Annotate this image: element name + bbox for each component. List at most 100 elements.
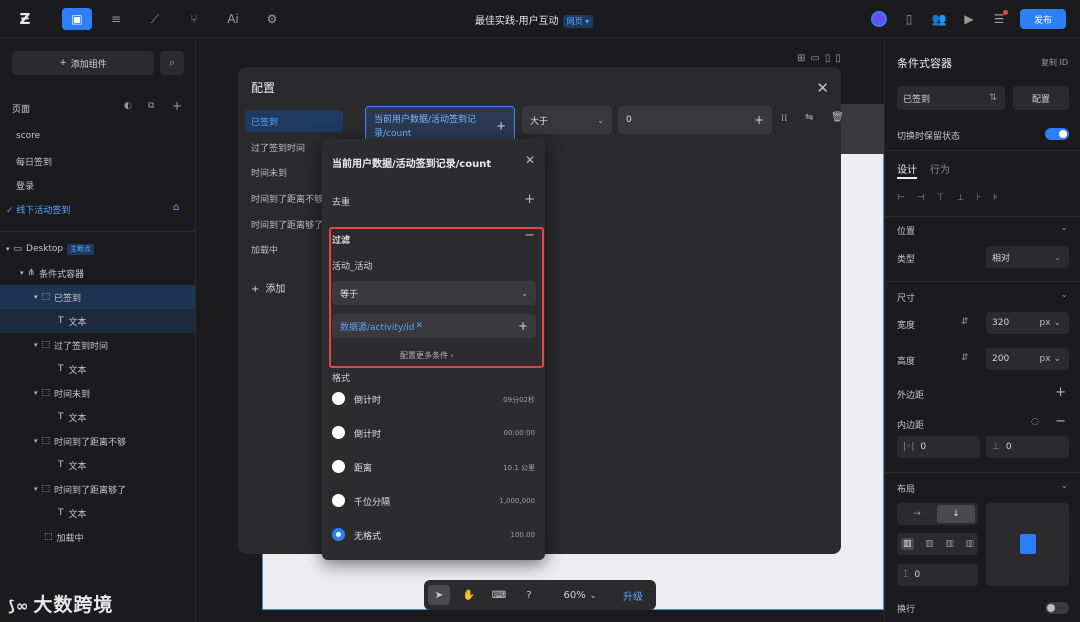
data-icon[interactable]: ≡ [105, 8, 127, 30]
tree-node-text[interactable]: T 文本 [0, 357, 195, 381]
ai-icon[interactable]: Ai [222, 8, 244, 30]
chevron-down-icon[interactable]: ⌄ [1060, 290, 1068, 300]
type-select[interactable]: 相对 ⌄ [986, 246, 1069, 268]
align-center-icon[interactable]: ▥ [925, 539, 934, 549]
condition-value-input[interactable]: 0 + [618, 106, 772, 134]
tree-node-text[interactable]: T 文本 [0, 501, 195, 525]
filter-value-input[interactable]: 数据源/activity/id ✕ + [332, 314, 536, 338]
notifications-icon[interactable]: ☰ [988, 8, 1010, 30]
copy-id-link[interactable]: 复制 ID [1041, 57, 1068, 68]
align-stretch-icon[interactable]: ▥ [965, 539, 974, 549]
logic-icon[interactable]: ⟋ [144, 8, 166, 30]
align-start-icon[interactable]: ▥ [901, 538, 914, 550]
more-conditions-link[interactable]: 配置更多条件 › [400, 350, 454, 361]
tree-node-desktop[interactable]: ▾ ▭ Desktop 主断点 [0, 237, 195, 261]
tree-node-state-loading[interactable]: ⬚ 加载中 [0, 525, 195, 549]
tree-node-state-signed[interactable]: ▾ ⬚ 已签到 [0, 285, 195, 309]
tree-node-text[interactable]: T 文本 [0, 309, 195, 333]
page-item-offline-checkin[interactable]: ✓ 线下活动签到 [6, 203, 70, 216]
page-layout-icon[interactable]: ◐ [124, 101, 132, 111]
close-icon[interactable]: ✕ [525, 153, 535, 167]
dialog-state-signed[interactable]: 已签到 [245, 110, 343, 132]
page-item-daily-checkin[interactable]: 每日签到 [16, 155, 52, 168]
keep-state-toggle[interactable] [1045, 128, 1069, 140]
page-type-tag[interactable]: 网页 ▾ [562, 15, 594, 28]
page-copy-icon[interactable]: ⧉ [148, 101, 154, 111]
tree-node-text[interactable]: T 文本 [0, 405, 195, 429]
padding-label: 内边距 [897, 421, 925, 431]
add-page-icon[interactable]: + [172, 99, 182, 113]
remove-padding-minus-icon[interactable]: − [1055, 414, 1066, 429]
tree-node-state-in-range[interactable]: ▾ ⬚ 时间到了距离够了 [0, 477, 195, 501]
height-mode-icon[interactable]: ⇵ [961, 353, 969, 363]
arrow-down-icon[interactable]: ↓ [937, 505, 975, 523]
add-state-button[interactable]: + 添加 [251, 280, 285, 295]
arrow-right-icon[interactable]: → [897, 509, 937, 519]
trash-icon[interactable]: 🗑 [831, 112, 844, 123]
mobile-preview-icon[interactable]: ▯ [898, 8, 920, 30]
state-select[interactable]: 已签到 ⇅ [897, 86, 1005, 110]
tree-node-conditional-container[interactable]: ▾ ⋔ 条件式容器 [0, 261, 195, 285]
tree-node-state-not-yet[interactable]: ▾ ⬚ 时间未到 [0, 381, 195, 405]
width-input[interactable]: 320 px ⌄ [986, 312, 1069, 334]
device-switch-icons[interactable]: ⊞▭▯▯ [797, 53, 846, 64]
format-radio[interactable] [332, 460, 345, 473]
wrap-toggle[interactable] [1045, 602, 1069, 614]
size-label: 尺寸 [897, 294, 916, 304]
format-radio[interactable] [332, 494, 345, 507]
height-unit[interactable]: px ⌄ [1040, 354, 1061, 364]
format-radio[interactable] [332, 392, 345, 405]
alignment-grid[interactable] [986, 503, 1069, 586]
tree-node-state-late[interactable]: ▾ ⬚ 过了签到时间 [0, 333, 195, 357]
align-tools-icons[interactable]: ⊢⊣⊤⊥⊦⊧ [897, 193, 1010, 203]
keyboard-icon[interactable]: ⌨ [488, 585, 510, 605]
desktop-icon: ▭ [13, 244, 23, 254]
close-icon[interactable]: ✕ [816, 79, 829, 97]
design-mode-icon[interactable]: ▣ [62, 8, 92, 30]
tree-node-state-too-far[interactable]: ▾ ⬚ 时间到了距离不够 [0, 429, 195, 453]
format-radio[interactable] [332, 426, 345, 439]
collaborators-icon[interactable]: 👥 [928, 8, 950, 30]
padding-x-input[interactable]: |◦| 0 [897, 436, 980, 458]
page-item-login[interactable]: 登录 [16, 179, 34, 192]
user-avatar-icon[interactable] [871, 11, 887, 27]
chevron-down-icon[interactable]: ⌄ [1060, 223, 1068, 233]
align-end-icon[interactable]: ▥ [945, 539, 954, 549]
home-page-icon[interactable]: ⌂ [173, 202, 179, 213]
tab-behavior[interactable]: 行为 [930, 161, 950, 176]
add-component-button[interactable]: + 添加组件 [12, 51, 154, 75]
chevron-down-icon[interactable]: ⌄ [1060, 481, 1068, 491]
workflow-icon[interactable]: ⑂ [183, 8, 205, 30]
settings-gear-icon[interactable]: ⚙ [261, 8, 283, 30]
play-icon[interactable]: ▶ [958, 8, 980, 30]
width-unit[interactable]: px ⌄ [1040, 318, 1061, 328]
publish-button[interactable]: 发布 [1020, 9, 1066, 29]
zoom-select[interactable]: 60% ⌄ [558, 585, 602, 605]
add-dedupe-plus-icon[interactable]: + [524, 192, 535, 207]
select-cursor-icon[interactable]: ➤ [428, 585, 450, 605]
height-input[interactable]: 200 px ⌄ [986, 348, 1069, 370]
page-item-score[interactable]: score [16, 131, 40, 141]
add-margin-plus-icon[interactable]: + [1055, 385, 1066, 400]
padding-y-input[interactable]: ⊥ 0 [986, 436, 1069, 458]
condition-operator-text: 大于 [530, 116, 549, 127]
width-mode-icon[interactable]: ⇵ [961, 317, 969, 327]
search-button[interactable]: ⌕ [160, 51, 184, 75]
gap-input[interactable]: ⌶ 0 [897, 564, 978, 586]
tab-design[interactable]: 设计 [897, 161, 917, 176]
help-icon[interactable]: ? [518, 585, 540, 605]
format-radio-selected[interactable] [332, 528, 345, 541]
remove-token-icon[interactable]: ✕ [415, 321, 423, 331]
filter-operator-select[interactable]: 等于 ⌄ [332, 281, 536, 305]
condition-operator-select[interactable]: 大于 ⌄ [522, 106, 612, 134]
collapse-filter-minus-icon[interactable]: − [524, 228, 535, 243]
swap-icon[interactable]: ⇋ [805, 112, 813, 123]
tree-node-text[interactable]: T 文本 [0, 453, 195, 477]
config-button[interactable]: 配置 [1013, 86, 1069, 110]
padding-link-icon[interactable]: ◌ [1031, 417, 1039, 427]
condition-logic-icon[interactable]: ⁞⁞ [781, 113, 787, 124]
upgrade-button[interactable]: 升级 [618, 585, 648, 605]
tree-node-label: 文本 [68, 317, 87, 328]
app-logo-icon[interactable]: Ƶ [14, 8, 36, 30]
hand-pan-icon[interactable]: ✋ [458, 585, 480, 605]
